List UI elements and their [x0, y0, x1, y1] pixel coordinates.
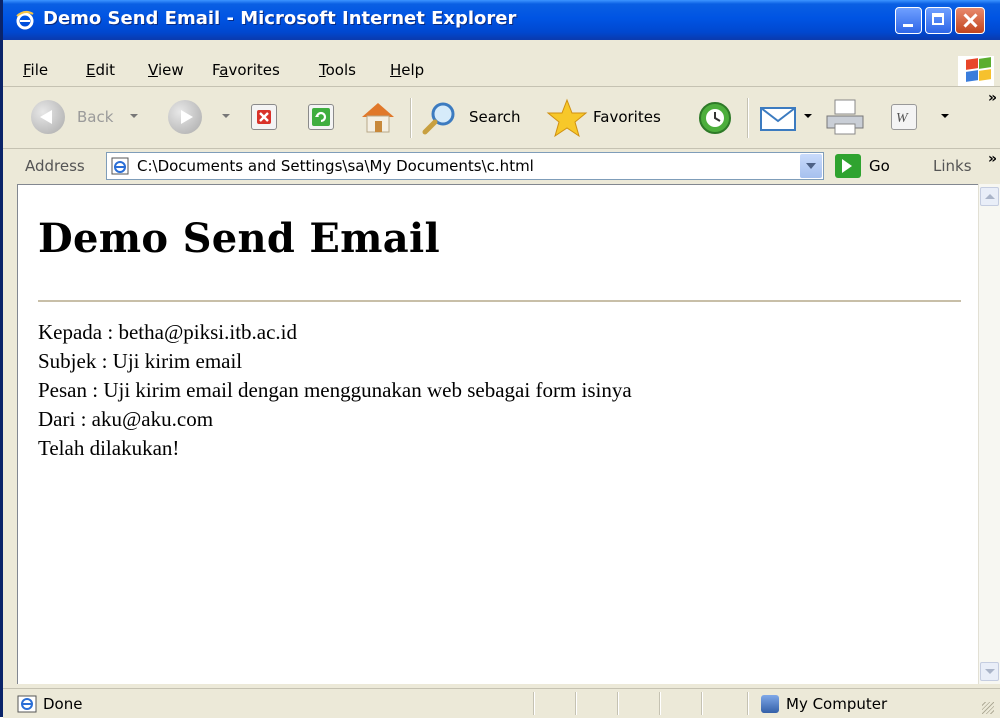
menu-bar: File Edit View Favorites Tools Help [3, 54, 1000, 87]
print-icon[interactable] [823, 98, 867, 138]
status-divider [617, 692, 619, 715]
menu-tools[interactable]: Tools [319, 61, 356, 79]
security-zone: My Computer [786, 695, 888, 713]
page-heading: Demo Send Email [38, 215, 440, 262]
line-dari: Dari : aku@aku.com [38, 407, 214, 431]
status-divider [747, 692, 749, 715]
line-pesan: Pesan : Uji kirim email dengan menggunak… [38, 378, 632, 402]
go-button[interactable]: Go [869, 157, 890, 175]
address-dropdown-icon[interactable] [800, 154, 822, 178]
home-icon[interactable] [358, 100, 398, 134]
favorites-label[interactable]: Favorites [593, 108, 661, 126]
horizontal-rule [38, 300, 961, 302]
edit-word-icon[interactable]: W [891, 104, 917, 130]
status-bar: Done My Computer [3, 688, 1000, 718]
status-divider [701, 692, 703, 715]
toolbar-separator [410, 98, 412, 138]
close-button[interactable] [955, 7, 985, 34]
links-overflow-icon[interactable]: » [988, 151, 997, 167]
status-divider [659, 692, 661, 715]
search-icon[interactable] [421, 100, 461, 136]
svg-text:W: W [896, 111, 909, 126]
standard-toolbar: Back Search Favorites W » [3, 88, 1000, 149]
favorites-star-icon[interactable] [546, 98, 588, 138]
scroll-up-button[interactable] [980, 187, 999, 206]
forward-button[interactable] [168, 100, 202, 134]
ie-status-icon [17, 695, 37, 713]
browser-window: Demo Send Email - Microsoft Internet Exp… [0, 0, 1000, 718]
forward-dropdown-icon[interactable] [222, 114, 230, 118]
email-result: Kepada : betha@piksi.itb.ac.id Subjek : … [38, 318, 632, 463]
history-icon[interactable] [697, 100, 733, 136]
stop-icon[interactable] [251, 104, 277, 130]
mail-dropdown-icon[interactable] [804, 114, 812, 118]
ie-page-icon [111, 157, 129, 175]
status-divider [533, 692, 535, 715]
menu-edit[interactable]: Edit [86, 61, 115, 79]
status-divider [575, 692, 577, 715]
line-status: Telah dilakukan! [38, 436, 180, 460]
my-computer-icon [761, 695, 779, 713]
page-content: Demo Send Email Kepada : betha@piksi.itb… [17, 184, 978, 684]
address-url[interactable]: C:\Documents and Settings\sa\My Document… [137, 157, 534, 175]
window-title: Demo Send Email - Microsoft Internet Exp… [43, 8, 517, 29]
windows-flag-icon [958, 56, 994, 86]
go-arrow-icon[interactable] [835, 154, 861, 178]
line-kepada: Kepada : betha@piksi.itb.ac.id [38, 320, 298, 344]
toolbar-separator [747, 98, 749, 138]
menu-help[interactable]: Help [390, 61, 424, 79]
resize-grip-icon[interactable] [982, 702, 994, 714]
edit-dropdown-icon[interactable] [941, 114, 949, 118]
vertical-scrollbar[interactable] [978, 184, 1000, 684]
status-text: Done [43, 695, 83, 713]
back-dropdown-icon[interactable] [130, 114, 138, 118]
menu-view[interactable]: View [148, 61, 184, 79]
scroll-down-button[interactable] [980, 662, 999, 681]
line-subjek: Subjek : Uji kirim email [38, 349, 243, 373]
search-label[interactable]: Search [469, 108, 521, 126]
address-input[interactable]: C:\Documents and Settings\sa\My Document… [106, 152, 824, 180]
refresh-icon[interactable] [308, 104, 334, 130]
links-button[interactable]: Links [933, 157, 972, 175]
menu-favorites[interactable]: Favorites [212, 61, 280, 79]
title-bar[interactable]: Demo Send Email - Microsoft Internet Exp… [3, 0, 1000, 40]
ie-logo-icon [16, 10, 34, 30]
menu-file[interactable]: File [23, 61, 48, 79]
toolbar-overflow-icon[interactable]: » [988, 90, 997, 106]
maximize-button[interactable] [925, 7, 952, 34]
back-button[interactable] [31, 100, 65, 134]
minimize-button[interactable] [895, 7, 922, 34]
mail-icon[interactable] [759, 102, 801, 134]
back-label: Back [77, 108, 114, 126]
address-bar: Address C:\Documents and Settings\sa\My … [3, 149, 1000, 183]
address-label: Address [25, 157, 85, 175]
